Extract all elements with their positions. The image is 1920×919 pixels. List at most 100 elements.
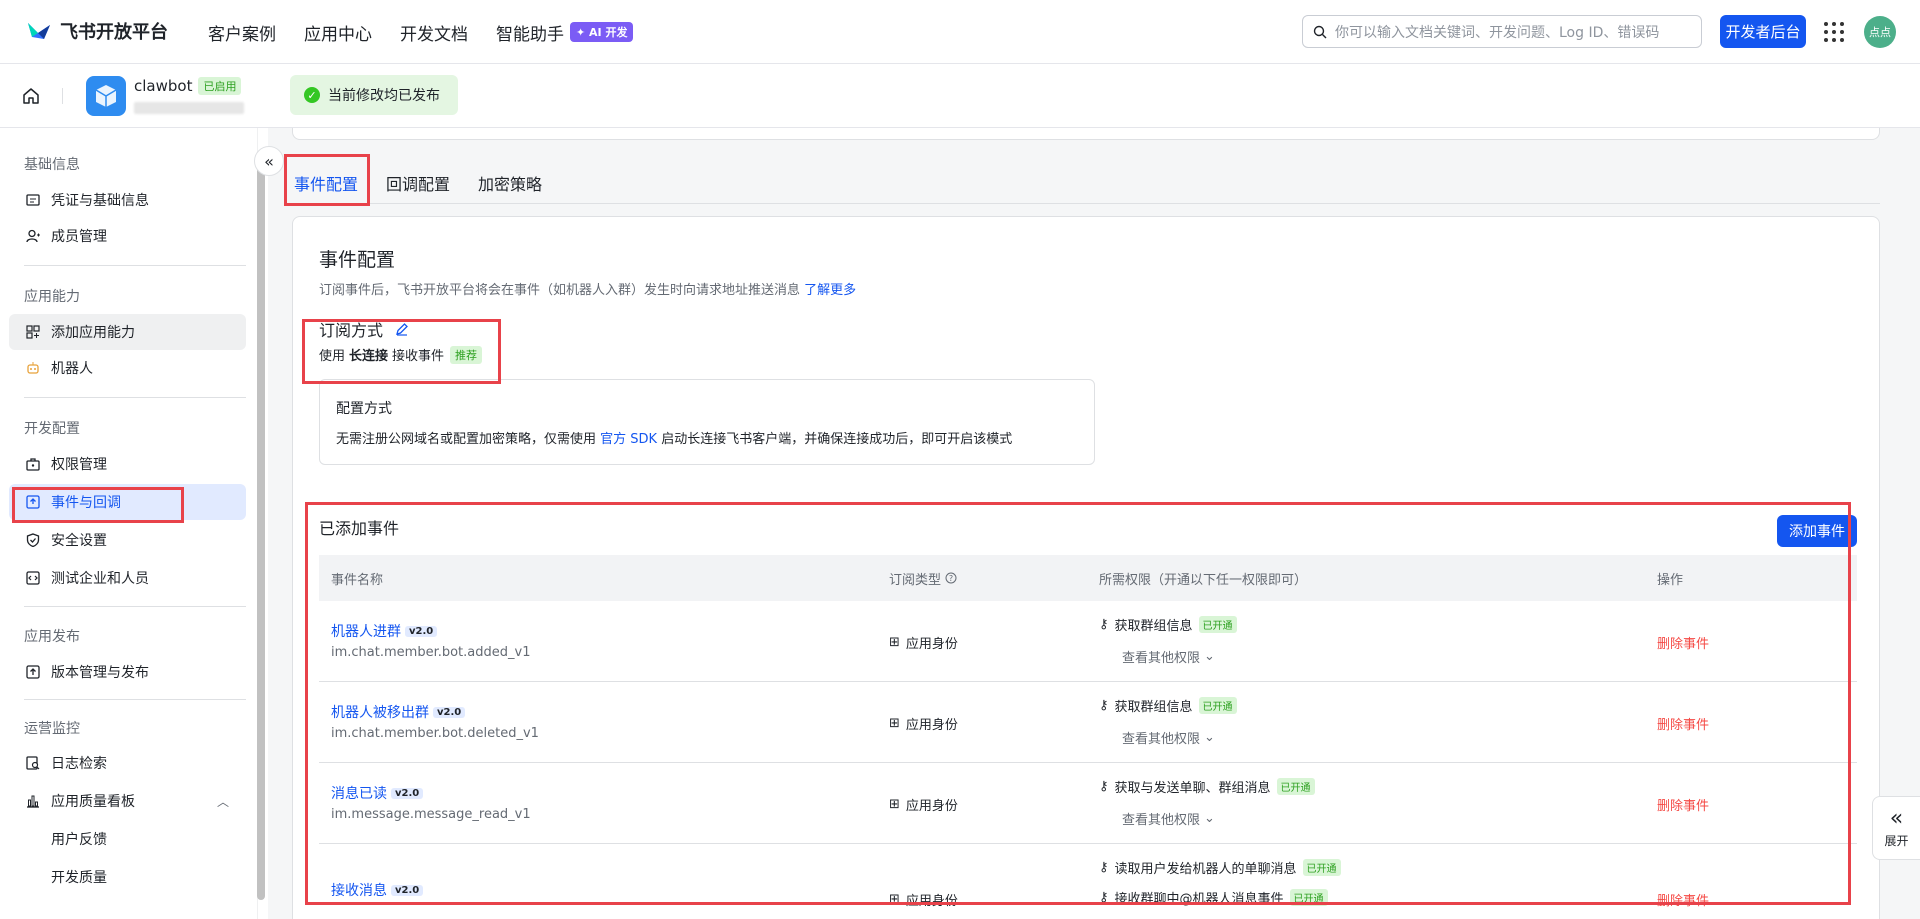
- permission: ⚷ 读取用户发给机器人的单聊消息 已开通: [1099, 858, 1341, 877]
- publish-notice: ✓ 当前修改均已发布: [290, 75, 458, 115]
- sidebar-item-test-org[interactable]: 测试企业和人员: [9, 560, 246, 596]
- sidebar-divider: [24, 699, 246, 700]
- delete-event-button[interactable]: 删除事件: [1657, 633, 1709, 652]
- sidebar-divider: [24, 265, 246, 266]
- home-icon[interactable]: [22, 87, 40, 105]
- app-grid-icon[interactable]: [1824, 22, 1844, 42]
- sidebar-item-feedback[interactable]: 用户反馈: [9, 821, 246, 857]
- tab-event-config[interactable]: 事件配置: [294, 162, 359, 205]
- publish-notice-text: 当前修改均已发布: [328, 88, 440, 104]
- delete-event-button[interactable]: 删除事件: [1657, 890, 1709, 909]
- expand-panel-button[interactable]: « 展开: [1872, 796, 1920, 860]
- event-code: im.chat.member.bot.deleted_v1: [331, 726, 539, 741]
- official-sdk-link[interactable]: 官方 SDK: [600, 432, 657, 447]
- config-method-title: 配置方式: [336, 401, 392, 417]
- sidebar-group-ops: 运营监控: [24, 721, 80, 737]
- top-navbar: 飞书开放平台 客户案例 应用中心 开发文档 智能助手 ✦ AI 开发 你可以输入…: [0, 0, 1920, 64]
- view-more-permissions[interactable]: 查看其他权限 ⌄: [1122, 647, 1215, 666]
- sidebar-item-label: 机器人: [51, 361, 93, 377]
- app-name-text: clawbot: [134, 77, 193, 95]
- event-code: im.message.message_read_v1: [331, 807, 531, 822]
- section-desc-text: 订阅事件后，飞书开放平台将会在事件（如机器人入群）发生时向请求地址推送消息: [319, 283, 801, 298]
- sidebar-item-members[interactable]: 成员管理: [9, 218, 246, 254]
- sub-type: ⊞ 应用身份: [889, 890, 958, 909]
- avatar[interactable]: 点点: [1864, 16, 1896, 48]
- scrollbar-thumb[interactable]: [257, 150, 265, 900]
- nav-customer-cases[interactable]: 客户案例: [208, 20, 276, 45]
- main-content: 事件配置 回调配置 加密策略 事件配置 订阅事件后，飞书开放平台将会在事件（如机…: [268, 128, 1920, 919]
- subscription-title: 订阅方式: [319, 321, 384, 340]
- grid-icon: ⊞: [889, 797, 900, 812]
- sidebar-item-label: 应用质量看板: [51, 794, 135, 810]
- add-event-button[interactable]: 添加事件: [1777, 515, 1857, 547]
- event-name-text: 接收消息: [331, 883, 387, 899]
- nav-app-center[interactable]: 应用中心: [304, 20, 372, 45]
- svg-text:?: ?: [949, 574, 953, 583]
- chevron-down-icon: ⌄: [1204, 730, 1215, 745]
- nav-docs[interactable]: 开发文档: [400, 20, 468, 45]
- sidebar-scrollbar[interactable]: [256, 128, 266, 919]
- permission-text: 读取用户发给机器人的单聊消息: [1114, 862, 1297, 877]
- permission: ⚷ 获取与发送单聊、群组消息 已开通: [1099, 777, 1315, 796]
- app-bar: clawbot 已启用 ✓ 当前修改均已发布: [0, 64, 1920, 128]
- edit-icon[interactable]: [395, 322, 409, 336]
- top-card: [292, 128, 1880, 140]
- sidebar-item-logs[interactable]: 日志检索: [9, 745, 246, 781]
- view-more-permissions[interactable]: 查看其他权限 ⌄: [1122, 809, 1215, 828]
- table-header: 事件名称 订阅类型 ? 所需权限（开通以下任一权限即可） 操作: [319, 555, 1857, 601]
- config-method-box: 配置方式 无需注册公网域名或配置加密策略，仅需使用 官方 SDK 启动长连接飞书…: [319, 379, 1095, 465]
- sidebar-item-label: 安全设置: [51, 533, 107, 549]
- ai-badge: ✦ AI 开发: [570, 22, 634, 42]
- sidebar-item-add-capability[interactable]: 添加应用能力: [9, 314, 246, 350]
- event-name[interactable]: 机器人被移出群 v2.0: [331, 702, 466, 722]
- collapse-sidebar-button[interactable]: «: [254, 146, 284, 176]
- sub-type: ⊞ 应用身份: [889, 633, 958, 652]
- help-icon[interactable]: ?: [945, 572, 957, 584]
- dev-console-button[interactable]: 开发者后台: [1720, 15, 1806, 48]
- delete-event-button[interactable]: 删除事件: [1657, 795, 1709, 814]
- app-id-redacted: [134, 102, 244, 114]
- table-row: 消息已读 v2.0 im.message.message_read_v1 ⊞ 应用身…: [319, 763, 1857, 844]
- col-sub-type-label: 订阅类型: [889, 572, 942, 588]
- tab-callback-config[interactable]: 回调配置: [386, 162, 450, 204]
- search-icon: [1313, 25, 1327, 38]
- sidebar-divider: [24, 606, 246, 607]
- sidebar-item-label: 用户反馈: [51, 832, 107, 848]
- sidebar-item-security[interactable]: 安全设置: [9, 522, 246, 558]
- event-name[interactable]: 机器人进群 v2.0: [331, 621, 438, 641]
- app-icon: [86, 76, 126, 116]
- sidebar-item-events[interactable]: 事件与回调: [9, 484, 246, 520]
- sidebar-item-bot[interactable]: 机器人: [9, 350, 246, 386]
- event-name-text: 机器人进群: [331, 624, 401, 640]
- event-name[interactable]: 消息已读 v2.0: [331, 783, 424, 803]
- id-card-icon: [25, 192, 41, 208]
- sub-prefix: 使用: [319, 349, 346, 364]
- search-input[interactable]: 你可以输入文档关键词、开发问题、Log ID、错误码: [1302, 15, 1702, 48]
- key-icon: ⚷: [1099, 617, 1109, 632]
- sidebar-item-label: 版本管理与发布: [51, 665, 149, 681]
- chevron-up-icon[interactable]: ︿: [217, 793, 229, 810]
- sidebar-item-credentials[interactable]: 凭证与基础信息: [9, 182, 246, 218]
- version-badge: v2.0: [391, 884, 424, 896]
- permission-text: 接收群聊中@机器人消息事件: [1114, 892, 1284, 907]
- logo[interactable]: 飞书开放平台: [26, 18, 168, 44]
- sidebar-item-versions[interactable]: 版本管理与发布: [9, 654, 246, 690]
- version-badge: v2.0: [433, 706, 466, 718]
- section-title: 事件配置: [319, 249, 396, 271]
- code-icon: [25, 570, 41, 586]
- sidebar-item-label: 事件与回调: [51, 495, 121, 511]
- divider: [62, 88, 63, 104]
- learn-more-link[interactable]: 了解更多: [804, 283, 856, 298]
- event-name[interactable]: 接收消息 v2.0: [331, 880, 424, 900]
- nav-assistant[interactable]: 智能助手 ✦ AI 开发: [496, 20, 634, 45]
- sidebar: 基础信息 凭证与基础信息 成员管理 应用能力 添加应用能力 机器人 开发配置 权…: [0, 128, 258, 919]
- sub-suffix: 接收事件: [392, 349, 445, 364]
- version-badge: v2.0: [405, 625, 438, 637]
- sidebar-item-dev-quality[interactable]: 开发质量: [9, 859, 246, 895]
- sub-method: 长连接: [349, 349, 389, 364]
- delete-event-button[interactable]: 删除事件: [1657, 714, 1709, 733]
- tab-encryption[interactable]: 加密策略: [478, 162, 542, 204]
- sidebar-item-quality-board[interactable]: 应用质量看板 ︿: [9, 783, 246, 819]
- view-more-permissions[interactable]: 查看其他权限 ⌄: [1122, 728, 1215, 747]
- sidebar-item-permissions[interactable]: 权限管理: [9, 446, 246, 482]
